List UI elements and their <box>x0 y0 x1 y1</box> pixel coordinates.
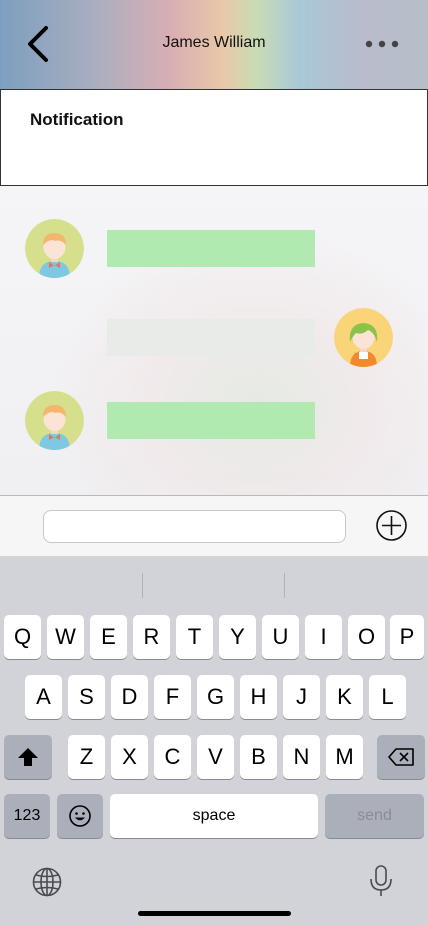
key-c[interactable]: C <box>154 735 191 779</box>
suggestion-divider <box>142 573 143 598</box>
backspace-icon <box>388 748 414 766</box>
key-v[interactable]: V <box>197 735 234 779</box>
message-input[interactable] <box>43 510 346 543</box>
girl-avatar <box>334 308 393 367</box>
chat-header: James William <box>0 0 428 89</box>
emoji-key[interactable] <box>57 794 103 838</box>
key-y[interactable]: Y <box>219 615 256 659</box>
key-e[interactable]: E <box>90 615 127 659</box>
more-horizontal-icon[interactable] <box>364 34 400 54</box>
boy-avatar <box>25 219 84 278</box>
key-l[interactable]: L <box>369 675 406 719</box>
globe-icon[interactable] <box>31 866 63 898</box>
message-bubble-received[interactable] <box>107 230 315 267</box>
key-a[interactable]: A <box>25 675 62 719</box>
message-bubble-sent[interactable] <box>107 319 315 356</box>
home-indicator <box>138 911 291 916</box>
key-x[interactable]: X <box>111 735 148 779</box>
key-i[interactable]: I <box>305 615 342 659</box>
key-j[interactable]: J <box>283 675 320 719</box>
space-key[interactable]: space <box>110 794 318 838</box>
microphone-icon[interactable] <box>368 864 394 898</box>
numbers-key[interactable]: 123 <box>4 794 50 838</box>
shift-icon <box>18 748 38 766</box>
notification-panel: Notification <box>0 89 428 186</box>
send-key[interactable]: send <box>325 794 424 838</box>
keyboard: Q W E R T Y U I O P A S D F G H J K L Z … <box>0 556 428 926</box>
key-s[interactable]: S <box>68 675 105 719</box>
message-bubble-received[interactable] <box>107 402 315 439</box>
key-n[interactable]: N <box>283 735 320 779</box>
key-t[interactable]: T <box>176 615 213 659</box>
backspace-key[interactable] <box>377 735 425 779</box>
boy-avatar <box>25 391 84 450</box>
emoji-icon <box>69 805 91 827</box>
key-z[interactable]: Z <box>68 735 105 779</box>
key-p[interactable]: P <box>390 615 424 659</box>
notification-title: Notification <box>30 110 124 129</box>
key-w[interactable]: W <box>47 615 84 659</box>
shift-key[interactable] <box>4 735 52 779</box>
key-q[interactable]: Q <box>4 615 41 659</box>
composer-bar <box>0 496 428 556</box>
key-k[interactable]: K <box>326 675 363 719</box>
key-r[interactable]: R <box>133 615 170 659</box>
key-m[interactable]: M <box>326 735 363 779</box>
key-h[interactable]: H <box>240 675 277 719</box>
suggestion-divider <box>284 573 285 598</box>
key-u[interactable]: U <box>262 615 299 659</box>
key-g[interactable]: G <box>197 675 234 719</box>
key-o[interactable]: O <box>348 615 385 659</box>
key-b[interactable]: B <box>240 735 277 779</box>
key-d[interactable]: D <box>111 675 148 719</box>
key-f[interactable]: F <box>154 675 191 719</box>
chat-area <box>0 186 428 496</box>
plus-circle-icon[interactable] <box>375 509 408 542</box>
